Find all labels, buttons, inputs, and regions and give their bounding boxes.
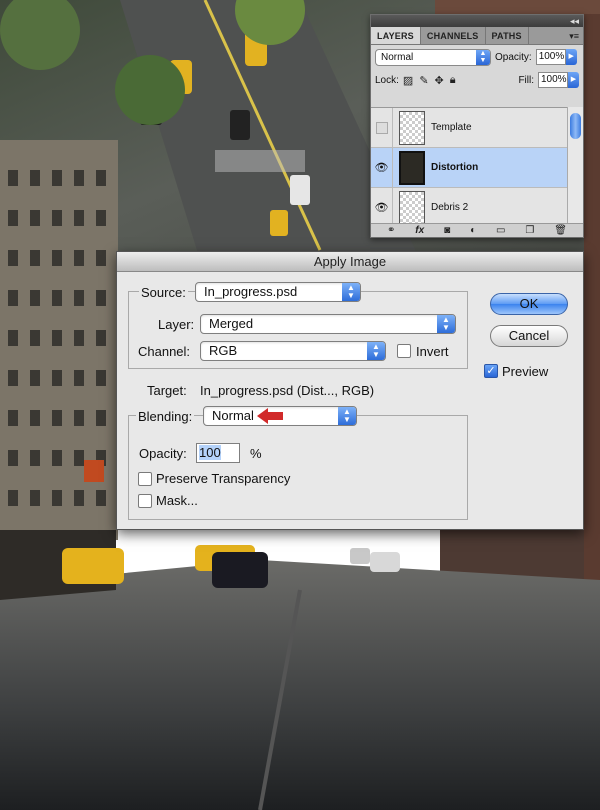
source-value: In_progress.psd — [204, 284, 298, 299]
new-group-icon[interactable]: ▭ — [496, 225, 505, 236]
visibility-toggle[interactable] — [371, 107, 393, 148]
layer-opacity-input[interactable]: 100% — [535, 49, 566, 65]
lock-all-icon[interactable]: 🔒︎ — [450, 74, 456, 87]
opacity-unit: % — [250, 446, 262, 461]
layers-panel: ◂◂ LAYERS CHANNELS PATHS ▾≡ Normal ▲ ▼ Op… — [370, 14, 584, 238]
updown-arrows-icon: ▲ ▼ — [437, 315, 455, 333]
lock-image-pixels-icon[interactable]: ✎ — [419, 74, 428, 87]
eye-icon: 👁︎ — [374, 202, 389, 214]
lock-label: Lock: — [375, 74, 399, 86]
lock-fill-row: Lock: ▨ ✎ ✥ 🔒︎ Fill: 100% ▶ — [371, 69, 583, 91]
opacity-input[interactable]: 100 — [196, 443, 240, 463]
updown-arrows-icon: ▲ ▼ — [367, 342, 385, 360]
eye-icon: 👁︎ — [374, 162, 389, 174]
layer-list-scrollbar[interactable] — [567, 107, 583, 227]
panel-bottom-toolbar: ⚭ fx ◙ ◐ ▭ ❐ 🗑︎ — [371, 223, 583, 237]
layer-list: Template 👁︎ Distortion 👁︎ Debris 2 — [371, 107, 568, 228]
panel-menu-icon[interactable]: ▾≡ — [569, 27, 579, 45]
updown-arrows-icon: ▲ ▼ — [476, 49, 490, 65]
layer-thumbnail — [399, 190, 425, 225]
layer-row-distortion[interactable]: 👁︎ Distortion — [371, 147, 568, 188]
updown-arrows-icon: ▲ ▼ — [342, 283, 360, 301]
target-value: In_progress.psd (Dist..., RGB) — [200, 383, 375, 398]
layer-row-debris-2[interactable]: 👁︎ Debris 2 — [371, 187, 568, 228]
visibility-off-icon — [375, 121, 388, 134]
tab-channels[interactable]: CHANNELS — [421, 27, 486, 44]
link-layers-icon[interactable]: ⚭ — [387, 225, 395, 236]
mask-label: Mask... — [156, 493, 198, 508]
invert-checkbox[interactable] — [397, 344, 411, 358]
add-mask-icon[interactable]: ◙ — [444, 225, 450, 236]
layer-thumbnail — [399, 150, 425, 185]
apply-image-dialog: Apply Image Source: In_progress.psd ▲ ▼ L… — [116, 251, 584, 530]
visibility-toggle[interactable]: 👁︎ — [371, 147, 393, 188]
opacity-stepper-icon[interactable]: ▶ — [565, 49, 577, 65]
updown-arrows-icon: ▲ ▼ — [338, 407, 356, 425]
invert-label: Invert — [416, 344, 449, 359]
blending-label: Blending: — [136, 409, 195, 424]
layer-select[interactable]: Merged ▲ ▼ — [200, 314, 456, 334]
mask-checkbox[interactable] — [138, 494, 152, 508]
layer-row-template[interactable]: Template — [371, 107, 568, 148]
dialog-title: Apply Image — [117, 252, 583, 272]
opacity-value: 100 — [199, 445, 221, 460]
collapse-panel-icon[interactable]: ◂◂ — [570, 15, 579, 27]
layer-fill-input[interactable]: 100% — [538, 72, 568, 88]
layer-blend-mode-value: Normal — [381, 51, 414, 63]
adjustment-layer-icon[interactable]: ◐ — [470, 225, 476, 236]
trash-icon[interactable]: 🗑︎ — [554, 225, 567, 236]
layer-name: Template — [431, 122, 472, 133]
blend-opacity-row: Normal ▲ ▼ Opacity: 100% ▶ — [371, 45, 583, 69]
layer-value: Merged — [209, 316, 254, 331]
layer-label: Layer: — [158, 317, 195, 332]
preserve-transparency-label: Preserve Transparency — [156, 471, 291, 486]
fill-stepper-icon[interactable]: ▶ — [568, 72, 579, 88]
visibility-toggle[interactable]: 👁︎ — [371, 187, 393, 228]
new-layer-icon[interactable]: ❐ — [525, 225, 534, 236]
preserve-transparency-checkbox[interactable] — [138, 472, 152, 486]
fill-label: Fill: — [518, 74, 534, 86]
preview-checkbox[interactable]: ✓ — [484, 364, 498, 378]
opacity-label: Opacity: — [495, 51, 532, 63]
channel-select[interactable]: RGB ▲ ▼ — [200, 341, 386, 361]
tab-layers[interactable]: LAYERS — [371, 27, 421, 44]
lock-transparent-pixels-icon[interactable]: ▨ — [403, 74, 413, 87]
panel-title-bar[interactable]: ◂◂ — [371, 15, 583, 27]
layer-name: Distortion — [431, 162, 479, 173]
cancel-button[interactable]: Cancel — [490, 325, 568, 347]
opacity-label: Opacity: — [139, 446, 187, 461]
red-arrow-icon — [257, 408, 283, 424]
source-select[interactable]: In_progress.psd ▲ ▼ — [195, 282, 361, 302]
scrollbar-thumb[interactable] — [570, 113, 581, 139]
lock-position-icon[interactable]: ✥ — [435, 74, 444, 87]
layer-blend-mode-select[interactable]: Normal ▲ ▼ — [375, 48, 491, 66]
ok-button[interactable]: OK — [490, 293, 568, 315]
tab-paths[interactable]: PATHS — [486, 27, 529, 44]
layer-name: Debris 2 — [431, 202, 469, 213]
channel-value: RGB — [209, 343, 238, 358]
panel-tabs: LAYERS CHANNELS PATHS ▾≡ — [371, 27, 583, 45]
layer-style-fx-icon[interactable]: fx — [415, 225, 424, 236]
blending-value: Normal — [212, 408, 254, 423]
channel-label: Channel: — [138, 344, 191, 359]
preview-label: Preview — [502, 364, 549, 379]
source-label: Source: — [139, 285, 188, 300]
layer-thumbnail — [399, 110, 425, 145]
target-label: Target: — [147, 383, 187, 398]
